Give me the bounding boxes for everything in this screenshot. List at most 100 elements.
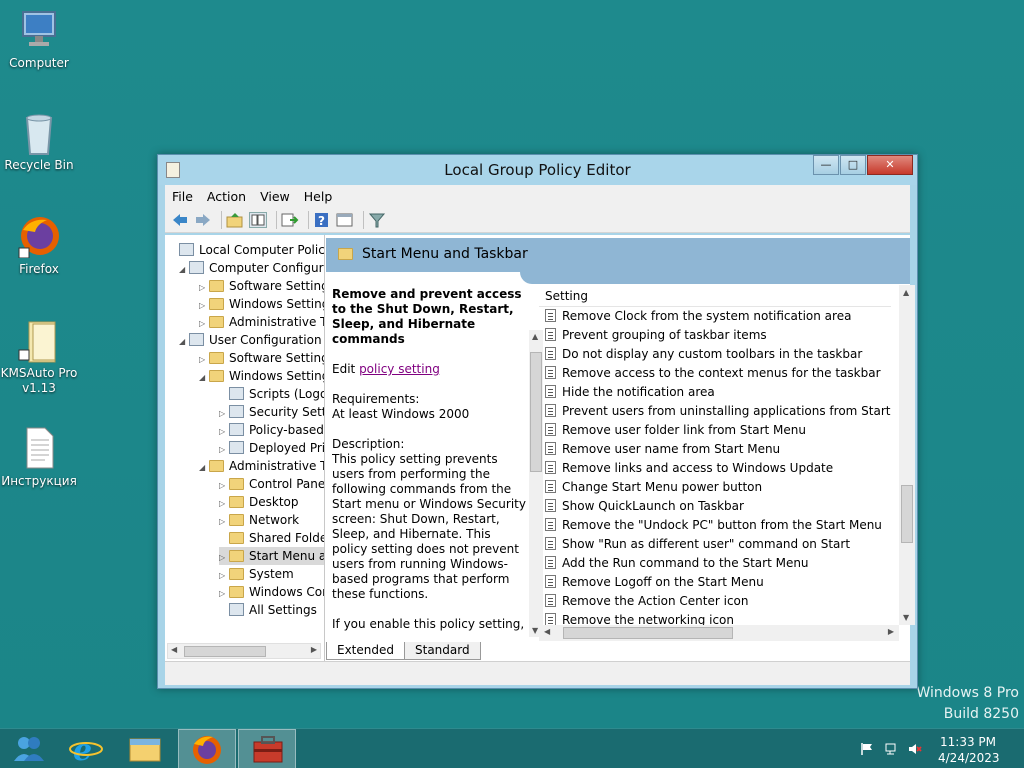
tree-item[interactable]: ◢ Windows Setting [199,367,324,387]
setting-row[interactable]: Remove access to the context menus for t… [539,364,899,383]
settings-vertical-scrollbar[interactable]: ▲ ▼ [899,285,915,625]
setting-row[interactable]: Hide the notification area [539,383,899,402]
scroll-right-icon[interactable]: ▶ [311,645,317,654]
tree-item-label: Windows Cor [249,585,325,599]
collapse-arrow-icon[interactable]: ◢ [179,333,189,351]
tree-item[interactable]: All Settings [219,601,317,619]
description-text: This policy setting prevents users from … [332,452,526,601]
setting-row[interactable]: Remove the "Undock PC" button from the S… [539,516,899,535]
policy-setting-icon [545,347,556,360]
desktop-icon-instruction[interactable]: Инструкция [0,426,78,489]
clock[interactable]: 11:33 PM 4/24/2023 [938,734,1000,766]
show-hide-tree-icon[interactable] [249,211,267,228]
taskbar-users-button[interactable] [0,729,58,768]
scroll-up-icon[interactable]: ▲ [903,288,909,297]
folder-icon [229,586,244,598]
tree-item[interactable]: ◢ Computer Configura [179,259,324,279]
tree-item[interactable]: ▷ System [219,565,294,583]
setting-row[interactable]: Remove user name from Start Menu [539,440,899,459]
volume-muted-icon[interactable] [908,742,922,756]
tree-item[interactable]: ◢ User Configuration [179,331,322,349]
setting-row[interactable]: Show "Run as different user" command on … [539,535,899,554]
taskbar-ie-button[interactable]: e [58,729,116,768]
tree-item[interactable]: ▷ Windows Cor [219,583,325,601]
action-center-flag-icon[interactable] [860,742,874,756]
console-tree: Local Computer Policy ◢ Computer Configura… [165,235,325,661]
setting-row[interactable]: Remove Clock from the system notificatio… [539,307,899,326]
menu-action[interactable]: Action [200,189,253,204]
desktop-icon-kmsauto[interactable]: KMSAuto Pro v1.13 [0,318,78,396]
menu-view[interactable]: View [253,189,297,204]
tree-item[interactable]: ▷ Windows Setting [199,295,324,313]
tree-item[interactable]: ▷ Software Settings [199,349,324,367]
taskbar-firefox-button[interactable] [178,729,236,768]
scrollbar-thumb[interactable] [184,646,266,657]
scroll-down-icon[interactable]: ▼ [903,613,909,622]
tree-item[interactable]: Local Computer Policy [169,241,324,259]
column-header-setting[interactable]: Setting [539,285,891,307]
tree-horizontal-scrollbar[interactable]: ◀ ▶ [167,643,321,659]
scroll-up-icon[interactable]: ▲ [532,332,538,341]
tree-item[interactable]: ▷ Start Menu ar [219,547,325,565]
setting-row[interactable]: Remove links and access to Windows Updat… [539,459,899,478]
taskbar-gpedit-button[interactable] [238,729,296,768]
tree-item[interactable]: ▷ Control Panel [219,475,324,493]
setting-row[interactable]: Remove the Action Center icon [539,592,899,611]
collapse-arrow-icon[interactable]: ◢ [179,261,189,279]
scrollbar-thumb[interactable] [901,485,913,543]
filter-icon[interactable] [368,212,386,228]
setting-row[interactable]: Change Start Menu power button [539,478,899,497]
setting-label: Do not display any custom toolbars in th… [562,347,863,361]
menu-help[interactable]: Help [297,189,340,204]
setting-row[interactable]: Do not display any custom toolbars in th… [539,345,899,364]
edit-policy-link[interactable]: policy setting [359,362,440,376]
scroll-left-icon[interactable]: ◀ [171,645,177,654]
desktop-icon-computer[interactable]: Computer [0,8,78,71]
help-icon[interactable]: ? [313,212,331,228]
up-folder-icon[interactable] [226,212,244,228]
menu-file[interactable]: File [165,189,200,204]
tree-item-label: Start Menu ar [249,549,325,563]
setting-row[interactable]: Remove user folder link from Start Menu [539,421,899,440]
setting-row[interactable]: Remove Logoff on the Start Menu [539,573,899,592]
settings-horizontal-scrollbar[interactable]: ◀ ▶ [539,625,899,641]
maximize-button[interactable]: □ [840,155,866,175]
export-list-icon[interactable] [281,212,299,228]
tab-standard[interactable]: Standard [404,642,481,660]
forward-icon[interactable] [194,212,212,228]
scroll-right-icon[interactable]: ▶ [888,627,894,636]
setting-row[interactable]: Prevent users from uninstalling applicat… [539,402,899,421]
tree-item[interactable]: Scripts (Logor [219,385,324,403]
folder-icon [229,550,244,562]
tree-item[interactable]: ▷Security Settin [219,403,324,421]
scrollbar-thumb[interactable] [563,627,733,639]
tree-item[interactable]: ▷ Network [219,511,299,529]
clock-date: 4/24/2023 [938,751,1000,765]
desktop-icon-firefox[interactable]: Firefox [0,214,78,277]
taskbar-explorer-button[interactable] [116,729,174,768]
setting-row[interactable]: Add the Run command to the Start Menu [539,554,899,573]
policy-setting-icon [545,309,556,322]
desktop-icon-recycle-bin[interactable]: Recycle Bin [0,110,78,173]
back-icon[interactable] [171,212,189,228]
tree-item[interactable]: ▷ Software Settings [199,277,324,295]
properties-icon[interactable] [336,212,354,228]
tree-item[interactable]: ◢ Administrative Te [199,457,324,477]
minimize-button[interactable]: — [813,155,839,175]
collapse-arrow-icon[interactable]: ◢ [199,369,209,387]
folder-shortcut-icon [17,318,61,363]
tree-item[interactable]: ▷ Deployed Prir [219,439,324,457]
tree-item[interactable]: ▷ Desktop [219,493,299,511]
scroll-left-icon[interactable]: ◀ [544,627,550,636]
tree-item[interactable]: Shared Folder [219,529,324,547]
tree-item[interactable]: ▷ Administrative Te [199,313,324,331]
setting-row[interactable]: Prevent grouping of taskbar items [539,326,899,345]
title-bar[interactable]: Local Group Policy Editor — □ ✕ [158,155,917,185]
tree-item[interactable]: ▷ Policy-based [219,421,324,439]
tab-extended[interactable]: Extended [326,642,405,660]
setting-row[interactable]: Show QuickLaunch on Taskbar [539,497,899,516]
collapse-arrow-icon[interactable]: ◢ [199,459,209,477]
close-button[interactable]: ✕ [867,155,913,175]
scroll-down-icon[interactable]: ▼ [532,626,538,635]
network-icon[interactable] [884,742,898,756]
